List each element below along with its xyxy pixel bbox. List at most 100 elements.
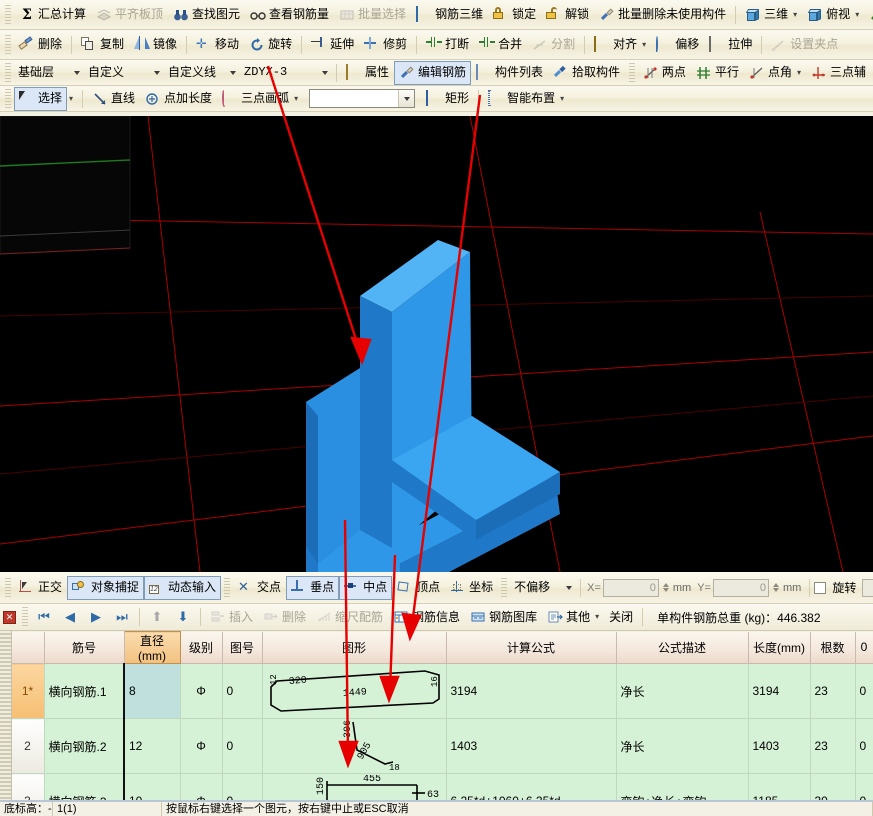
cell-formula-desc[interactable]: 净长 [615, 718, 749, 774]
cell-formula-desc[interactable]: 净长 [615, 663, 749, 719]
toolbar-grip[interactable] [628, 62, 635, 83]
chevron-down-icon[interactable]: ▾ [855, 10, 859, 19]
toolbar-button-parallel[interactable]: 平行 [691, 61, 744, 85]
chevron-down-icon[interactable] [398, 90, 415, 107]
toolbar-grip[interactable] [22, 607, 28, 627]
toolbar-button-three-point-arc[interactable]: 三点画弧 ▾ [217, 87, 303, 111]
chevron-down-icon[interactable]: ▾ [595, 613, 599, 621]
scale-rebar-button[interactable]: 缩尺配筋 [311, 605, 388, 629]
chevron-down-icon[interactable]: ▾ [642, 40, 646, 49]
y-offset-input[interactable]: 0 [712, 578, 769, 597]
toolbar-button-unlock[interactable]: 解锁 [541, 3, 594, 27]
toolbar-button-set-grip[interactable]: 设置夹点 [766, 33, 843, 57]
toolbar-grip[interactable] [5, 4, 11, 25]
cell-shape[interactable]: 306 905 18 [261, 718, 447, 774]
cell-overlap[interactable]: 0 [854, 718, 873, 774]
cell-grade[interactable]: Φ [179, 718, 223, 774]
toolbar-button-flush-slab[interactable]: 平齐板顶 [91, 3, 168, 27]
toolbar-button-align[interactable]: 对齐 ▾ [589, 33, 651, 57]
toolbar-button-three-point-aux[interactable]: 三点辅 [806, 61, 871, 85]
toolbar-button-offset[interactable]: 偏移 [651, 33, 704, 57]
cell-count[interactable]: 23 [809, 718, 856, 774]
toolbar-button-point-angle[interactable]: 点角 ▾ [744, 61, 806, 85]
toolbar-button-point-length[interactable]: 点加长度 [140, 87, 217, 111]
toggle-dynamic-input[interactable]: 12 动态输入 [144, 575, 222, 600]
category-select[interactable]: 自定义 [84, 63, 164, 82]
toolbar-button-delete[interactable]: 删除 [14, 33, 67, 57]
chevron-down-icon[interactable]: ▾ [793, 10, 797, 19]
cell-overlap[interactable]: 0 [854, 663, 873, 719]
toolbar-button-3d-view[interactable]: 三维 ▾ [740, 3, 802, 27]
delete-row-button[interactable]: 删除 [258, 605, 311, 629]
cell-length[interactable]: 1403 [747, 718, 811, 774]
cell-diameter[interactable]: 8 [123, 663, 181, 719]
toolbar-button-rebar-3d[interactable]: 钢筋三维 [411, 3, 488, 27]
cell-rebar-no[interactable]: 横向钢筋.1 [43, 663, 125, 719]
toolbar-button-dynamic-view[interactable]: 动态 [864, 3, 873, 27]
snap-vertex[interactable]: 顶点 [392, 576, 445, 600]
cell-formula[interactable]: 1403 [445, 718, 617, 774]
cell-count[interactable]: 23 [809, 663, 856, 719]
chevron-down-icon[interactable] [561, 579, 576, 596]
toolbar-grip[interactable] [224, 577, 231, 598]
row-scrollbar[interactable] [0, 631, 12, 815]
x-offset-input[interactable]: 0 [602, 578, 659, 597]
toolbar-button-extend[interactable]: 延伸 [306, 33, 359, 57]
chevron-down-icon[interactable] [317, 64, 332, 81]
toolbar-button-break[interactable]: 打断 [421, 33, 474, 57]
toolbar-button-lock[interactable]: 锁定 [488, 3, 541, 27]
close-panel-button[interactable]: 关闭 [604, 605, 638, 629]
member-select[interactable]: ZDYX-3 [240, 63, 332, 82]
cell-shape-no[interactable]: 0 [221, 663, 263, 719]
toolbar-button-batch-delete-unused[interactable]: 批量删除未使用构件 [594, 3, 731, 27]
snap-coordinate[interactable]: 坐标 [445, 576, 498, 600]
draw-style-select[interactable] [309, 89, 416, 108]
toolbar-grip[interactable] [5, 88, 11, 109]
header-formula[interactable]: 计算公式 [445, 631, 617, 664]
toggle-ortho[interactable]: 正交 [14, 576, 67, 600]
toolbar-button-rotate[interactable]: 旋转 [244, 33, 297, 57]
toolbar-button-split[interactable]: 分割 [527, 33, 580, 57]
chevron-down-icon[interactable]: ▾ [294, 94, 298, 103]
y-offset-stepper[interactable] [771, 580, 782, 596]
toolbar-grip[interactable] [5, 62, 11, 83]
table-row[interactable]: 1* 横向钢筋.1 8 Φ 0 320 12 1449 16 3194 净长 3… [0, 663, 873, 719]
toolbar-button-summary-calc[interactable]: Σ 汇总计算 [14, 3, 91, 27]
header-overlap[interactable]: 0 [854, 631, 873, 664]
nav-prev-record[interactable]: ◀ [57, 605, 83, 629]
cell-shape-no[interactable]: 0 [221, 718, 263, 774]
3d-viewport[interactable]: Z X Y [0, 116, 873, 572]
header-count[interactable]: 根数 [809, 631, 856, 664]
offset-mode-select[interactable]: 不偏移 [510, 578, 576, 597]
toolbar-grip[interactable] [5, 34, 11, 55]
row-number[interactable]: 1* [10, 663, 45, 719]
type-select[interactable]: 自定义线 [164, 63, 240, 82]
cell-length[interactable]: 3194 [747, 663, 811, 719]
toolbar-button-view-rebar-qty[interactable]: 查看钢筋量 [245, 3, 334, 27]
snap-intersection[interactable]: ✕ 交点 [233, 576, 286, 600]
toolbar-button-top-view[interactable]: 俯视 ▾ [802, 3, 864, 27]
move-row-up[interactable]: ⬆ [144, 605, 170, 629]
cell-grade[interactable]: Φ [179, 663, 223, 719]
toolbar-button-line[interactable]: 直线 [87, 87, 140, 111]
header-rebar-no[interactable]: 筋号 [43, 631, 125, 664]
rebar-library-button[interactable]: 钢筋图库 [465, 605, 542, 629]
toolbar-button-two-point[interactable]: 两点 [638, 61, 691, 85]
cell-formula[interactable]: 3194 [445, 663, 617, 719]
toolbar-button-member-list[interactable]: 构件列表 [471, 61, 548, 85]
other-button[interactable]: 其他 ▾ [542, 605, 604, 629]
header-rowno[interactable] [10, 631, 45, 664]
toolbar-grip[interactable] [5, 577, 11, 598]
rotate-input[interactable]: 0.000 [862, 578, 873, 597]
snap-midpoint[interactable]: 中点 [339, 575, 393, 600]
toolbar-button-properties[interactable]: 属性 [341, 61, 394, 85]
insert-row-button[interactable]: 插入 [205, 605, 258, 629]
header-shape[interactable]: 图形 [261, 631, 447, 664]
rotate-checkbox[interactable] [814, 581, 827, 594]
cell-shape[interactable]: 320 12 1449 16 [261, 663, 447, 719]
chevron-down-icon[interactable]: ▾ [560, 94, 564, 103]
toolbar-button-stretch[interactable]: 拉伸 [704, 33, 757, 57]
nav-last-record[interactable]: ⏭ [109, 605, 135, 629]
toolbar-button-copy[interactable]: 复制 [76, 33, 129, 57]
chevron-down-icon[interactable]: ▾ [69, 94, 73, 103]
